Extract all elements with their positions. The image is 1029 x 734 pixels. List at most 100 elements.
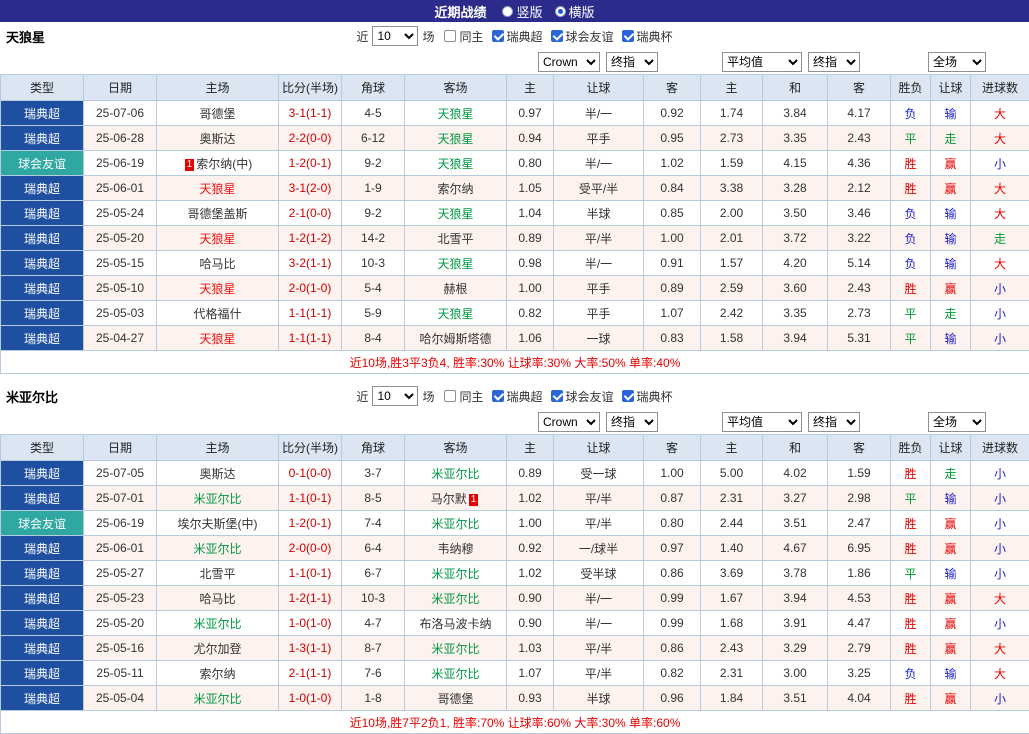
filter-checkbox-item[interactable]: 球会友谊 bbox=[551, 28, 614, 45]
team-name: 天狼星 bbox=[437, 257, 473, 271]
team-name: 1索尔纳(中) bbox=[183, 157, 253, 171]
win-loss-result-cell: 胜 bbox=[891, 511, 931, 536]
team-name: 哈马比 bbox=[199, 592, 235, 606]
recent-count-select[interactable]: 10 bbox=[372, 386, 418, 406]
handicap-line-cell: 一/球半 bbox=[554, 536, 644, 561]
team-name: 米亚尔比 bbox=[431, 567, 479, 581]
avg-away-odds-cell: 1.86 bbox=[828, 561, 891, 586]
odds-company-select[interactable]: Crown bbox=[538, 412, 600, 432]
average-period-select[interactable]: 终指 bbox=[808, 52, 860, 72]
avg-away-odds-cell: 4.53 bbox=[828, 586, 891, 611]
average-odds-select[interactable]: 平均值 bbox=[722, 52, 802, 72]
column-header: 类型 bbox=[1, 435, 84, 461]
column-header: 客 bbox=[644, 435, 701, 461]
avg-draw-odds-cell: 3.35 bbox=[763, 301, 828, 326]
corners-cell: 1-8 bbox=[342, 686, 405, 711]
home-team-cell: 埃尔夫斯堡(中) bbox=[157, 511, 279, 536]
match-scope-select[interactable]: 全场 bbox=[928, 52, 986, 72]
date-cell: 25-05-23 bbox=[84, 586, 157, 611]
date-cell: 25-06-28 bbox=[84, 126, 157, 151]
average-period-select[interactable]: 终指 bbox=[808, 412, 860, 432]
home-handicap-odds-cell: 1.00 bbox=[507, 276, 554, 301]
filter-checkbox-item[interactable]: 球会友谊 bbox=[551, 388, 614, 405]
column-header: 比分(半场) bbox=[279, 75, 342, 101]
results-table: 类型日期主场比分(半场)角球客场主让球客主和客胜负让球进球数 瑞典超25-07-… bbox=[0, 434, 1029, 734]
home-handicap-odds-cell: 0.89 bbox=[507, 226, 554, 251]
match-scope-select[interactable]: 全场 bbox=[928, 412, 986, 432]
filter-checkbox-item[interactable]: 同主 bbox=[444, 28, 483, 45]
match-row: 瑞典超25-05-20米亚尔比1-0(1-0)4-7布洛马波卡纳0.90半/一0… bbox=[1, 611, 1029, 636]
summary-text: 近10场,胜7平2负1, 胜率:70% 让球率:60% 大率:30% 单率:60… bbox=[1, 711, 1029, 734]
handicap-result-cell: 输 bbox=[931, 661, 971, 686]
team-name: 天狼星 bbox=[199, 332, 235, 346]
column-header: 日期 bbox=[84, 435, 157, 461]
filter-checkbox-item[interactable]: 瑞典超 bbox=[492, 28, 543, 45]
match-type-cell: 瑞典超 bbox=[1, 276, 84, 301]
corners-cell: 4-5 bbox=[342, 101, 405, 126]
results-table: 类型日期主场比分(半场)角球客场主让球客主和客胜负让球进球数 瑞典超25-07-… bbox=[0, 74, 1029, 374]
home-handicap-odds-cell: 1.00 bbox=[507, 511, 554, 536]
win-loss-result-cell: 平 bbox=[891, 301, 931, 326]
average-odds-select[interactable]: 平均值 bbox=[722, 412, 802, 432]
goals-over-under-cell: 大 bbox=[971, 126, 1029, 151]
corners-cell: 8-5 bbox=[342, 486, 405, 511]
away-team-cell: 天狼星 bbox=[405, 126, 507, 151]
match-type-cell: 瑞典超 bbox=[1, 586, 84, 611]
recent-count-select[interactable]: 10 bbox=[372, 26, 418, 46]
corners-cell: 7-6 bbox=[342, 661, 405, 686]
team-name: 北雪平 bbox=[437, 232, 473, 246]
filter-checkbox-item[interactable]: 瑞典杯 bbox=[622, 388, 673, 405]
goals-over-under-cell: 小 bbox=[971, 486, 1029, 511]
date-cell: 25-04-27 bbox=[84, 326, 157, 351]
avg-draw-odds-cell: 3.51 bbox=[763, 686, 828, 711]
home-team-cell: 米亚尔比 bbox=[157, 686, 279, 711]
filter-checkbox-item[interactable]: 同主 bbox=[444, 388, 483, 405]
avg-draw-odds-cell: 3.51 bbox=[763, 511, 828, 536]
home-handicap-odds-cell: 0.82 bbox=[507, 301, 554, 326]
corners-cell: 8-4 bbox=[342, 326, 405, 351]
date-cell: 25-06-01 bbox=[84, 536, 157, 561]
odds-period-select[interactable]: 终指 bbox=[606, 412, 658, 432]
handicap-result-cell: 输 bbox=[931, 326, 971, 351]
radio-vertical-layout[interactable]: 竖版 bbox=[502, 2, 542, 21]
handicap-result-cell: 输 bbox=[931, 486, 971, 511]
checkbox-icon bbox=[444, 30, 456, 42]
checkbox-icon bbox=[622, 390, 634, 402]
score-cell: 1-2(1-1) bbox=[279, 586, 342, 611]
avg-draw-odds-cell: 4.15 bbox=[763, 151, 828, 176]
match-row: 瑞典超25-05-10天狼星2-0(1-0)5-4赫根1.00平手0.892.5… bbox=[1, 276, 1029, 301]
match-type-cell: 瑞典超 bbox=[1, 201, 84, 226]
odds-period-select[interactable]: 终指 bbox=[606, 52, 658, 72]
avg-draw-odds-cell: 4.67 bbox=[763, 536, 828, 561]
avg-home-odds-cell: 1.68 bbox=[701, 611, 763, 636]
match-row: 瑞典超25-07-05奥斯达0-1(0-0)3-7米亚尔比0.89受一球1.00… bbox=[1, 461, 1029, 486]
score-cell: 3-1(1-1) bbox=[279, 101, 342, 126]
filter-checkbox-item[interactable]: 瑞典超 bbox=[492, 388, 543, 405]
filter-checkbox-item[interactable]: 瑞典杯 bbox=[622, 28, 673, 45]
match-row: 瑞典超25-05-20天狼星1-2(1-2)14-2北雪平0.89平/半1.00… bbox=[1, 226, 1029, 251]
column-header: 主场 bbox=[157, 75, 279, 101]
home-handicap-odds-cell: 0.94 bbox=[507, 126, 554, 151]
date-cell: 25-05-03 bbox=[84, 301, 157, 326]
avg-away-odds-cell: 2.79 bbox=[828, 636, 891, 661]
handicap-line-cell: 半/一 bbox=[554, 586, 644, 611]
win-loss-result-cell: 负 bbox=[891, 661, 931, 686]
handicap-line-cell: 一球 bbox=[554, 326, 644, 351]
avg-home-odds-cell: 2.59 bbox=[701, 276, 763, 301]
team-name: 哈尔姆斯塔德 bbox=[419, 332, 491, 346]
avg-away-odds-cell: 2.98 bbox=[828, 486, 891, 511]
handicap-line-cell: 平/半 bbox=[554, 226, 644, 251]
avg-home-odds-cell: 1.59 bbox=[701, 151, 763, 176]
column-header: 主 bbox=[507, 435, 554, 461]
odds-company-select[interactable]: Crown bbox=[538, 52, 600, 72]
filter-checkbox-group: 同主瑞典超球会友谊瑞典杯 bbox=[444, 388, 672, 405]
handicap-result-cell: 赢 bbox=[931, 636, 971, 661]
handicap-line-cell: 受半球 bbox=[554, 561, 644, 586]
away-team-cell: 米亚尔比 bbox=[405, 511, 507, 536]
column-header: 胜负 bbox=[891, 435, 931, 461]
team-name: 米亚尔比 bbox=[193, 692, 241, 706]
team-name: 布洛马波卡纳 bbox=[419, 617, 491, 631]
radio-horizontal-layout[interactable]: 横版 bbox=[555, 2, 595, 21]
summary-text: 近10场,胜3平3负4, 胜率:30% 让球率:30% 大率:50% 单率:40… bbox=[1, 351, 1029, 374]
score-cell: 3-1(2-0) bbox=[279, 176, 342, 201]
